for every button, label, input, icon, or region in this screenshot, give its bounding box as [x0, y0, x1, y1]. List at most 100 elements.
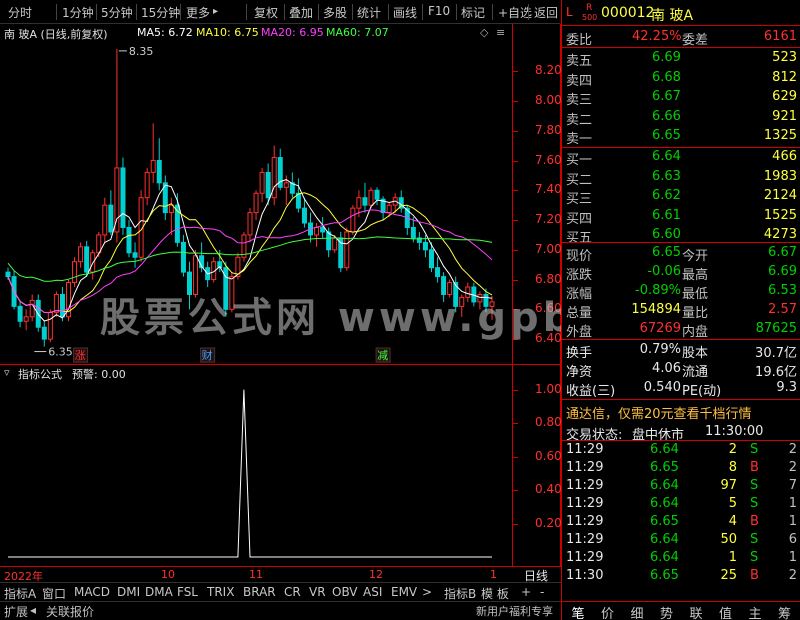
quote-tab[interactable]: 细 — [625, 603, 649, 620]
tick-side: S — [750, 496, 759, 511]
toolbar-separator — [456, 4, 457, 20]
promo-row[interactable]: 通达信，仅需20元查看千档行情 — [562, 402, 800, 422]
expand-button[interactable]: 扩展 — [4, 603, 28, 620]
back-button[interactable]: 返回 — [534, 4, 558, 21]
candle-body — [368, 189, 374, 206]
sell-level-price: 6.68 — [652, 69, 681, 85]
quote-tab[interactable]: 笔 — [566, 603, 590, 620]
buy-level-row[interactable]: 买一 6.64 466 — [562, 148, 800, 168]
mark-button[interactable]: 标记 — [461, 4, 485, 21]
axis-tick — [513, 309, 518, 311]
draw-line-button[interactable]: 画线 — [393, 4, 417, 21]
indicator-tab[interactable]: > — [422, 585, 432, 599]
candle-body — [265, 171, 271, 199]
statistics-button[interactable]: 统计 — [357, 4, 381, 21]
axis-tick — [513, 423, 518, 425]
indicator-tab[interactable]: BRAR — [243, 585, 276, 599]
buy-level-row[interactable]: 买二 6.63 1983 — [562, 168, 800, 188]
sell-level-label: 卖二 — [566, 112, 593, 128]
quote-tab[interactable]: 价 — [596, 603, 620, 620]
candle-body — [483, 293, 489, 307]
toolbar-separator — [422, 4, 423, 20]
quote-tab[interactable]: 势 — [655, 603, 679, 620]
stat-value: 6.53 — [768, 283, 797, 298]
tick-count: 1 — [788, 496, 797, 511]
tab-more[interactable]: 更多 — [186, 4, 210, 21]
f10-button[interactable]: F10 — [428, 4, 450, 18]
restore-rights-button[interactable]: 复权 — [254, 4, 278, 21]
indicator-tab[interactable]: OBV — [332, 585, 358, 599]
toolbar-separator — [284, 4, 285, 20]
tick-row: 11:30 6.65 25 B 2 — [562, 567, 800, 586]
sell-level-row[interactable]: 卖四 6.68 812 — [562, 69, 800, 89]
buy-level-price: 6.62 — [652, 188, 681, 203]
tick-count: 6 — [788, 532, 797, 547]
buy-level-row[interactable]: 买三 6.62 2124 — [562, 187, 800, 207]
tab-5min[interactable]: 5分钟 — [101, 4, 133, 21]
more-arrow-icon[interactable]: ▸ — [213, 6, 218, 17]
sell-level-row[interactable]: 卖二 6.66 921 — [562, 108, 800, 128]
date-label: 1 — [490, 568, 497, 581]
indicator-tab[interactable]: 模 板 — [481, 585, 509, 602]
overlay-button[interactable]: 叠加 — [289, 4, 313, 21]
indicator-tab[interactable]: TRIX — [207, 585, 234, 599]
tag-num: 500 — [582, 13, 598, 22]
stat-row: 涨跌 -0.06 最高 6.69 — [562, 263, 800, 283]
date-axis: 2022年 10 11 12 1 日线 — [0, 566, 561, 583]
tick-count: 1 — [788, 514, 797, 529]
indicator-tab[interactable]: + — [521, 585, 531, 599]
indicator-pane[interactable]: ▿ 指标公式 预警: 0.00 — [0, 364, 513, 566]
candle-body — [465, 286, 471, 298]
related-quote-button[interactable]: 关联报价 — [46, 603, 94, 620]
buy-level-row[interactable]: 买四 6.61 1525 — [562, 207, 800, 227]
candle-body — [320, 226, 326, 233]
indicator-tab[interactable]: 窗口 — [42, 585, 66, 602]
tag-r: R — [586, 3, 593, 13]
tick-time: 11:29 — [566, 460, 604, 475]
indicator-tab[interactable]: 指标B — [444, 585, 476, 602]
candle-body — [126, 226, 132, 254]
stat-label: 涨跌 — [566, 268, 593, 283]
tick-price: 6.65 — [650, 514, 679, 529]
candle-body — [489, 301, 495, 307]
sell-level-row[interactable]: 卖三 6.67 629 — [562, 88, 800, 108]
tab-timeshare[interactable]: 分时 — [8, 4, 32, 21]
candle-body — [78, 246, 84, 263]
indicator-tab[interactable]: ASI — [363, 585, 382, 599]
add-favorite-button[interactable]: +自选 — [498, 4, 532, 21]
quote-tab[interactable]: 主 — [743, 603, 767, 620]
arrow-left-icon[interactable]: ◂ — [30, 603, 36, 617]
event-marker: 减 — [377, 349, 388, 362]
kline-chart-pane[interactable]: 南 玻A (日线,前复权) MA5: 6.72 MA10: 6.75 MA20:… — [0, 24, 513, 364]
fund-value: 0.79% — [639, 342, 681, 357]
axis-tick — [513, 160, 518, 162]
sell-level-price: 6.66 — [652, 108, 681, 124]
indicator-tab[interactable]: 指标A — [4, 585, 36, 602]
toolbar-separator — [136, 4, 137, 20]
indicator-tab[interactable]: VR — [309, 585, 326, 599]
indicator-tab[interactable]: EMV — [391, 585, 417, 599]
tab-15min[interactable]: 15分钟 — [141, 4, 180, 21]
axis-tick — [513, 389, 518, 391]
indicator-tab[interactable]: - — [540, 585, 544, 599]
tab-1min[interactable]: 1分钟 — [62, 4, 94, 21]
sell-level-row[interactable]: 卖一 6.65 1325 — [562, 127, 800, 147]
sell-level-volume: 812 — [772, 69, 797, 85]
quote-tab[interactable]: 联 — [684, 603, 708, 620]
indicator-tab[interactable]: FSL — [177, 585, 198, 599]
indicator-tab[interactable]: DMI — [117, 585, 140, 599]
sell-level-price: 6.69 — [652, 50, 681, 65]
quote-tab[interactable]: 值 — [714, 603, 738, 620]
indicator-tab[interactable]: CR — [284, 585, 301, 599]
indicator-tab[interactable]: MACD — [74, 585, 110, 599]
indicator-tick-label: 0.40 — [535, 482, 562, 497]
indicator-tab[interactable]: DMA — [145, 585, 173, 599]
weicha-value: 6161 — [763, 29, 797, 44]
promo-link[interactable]: 新用户福利专享 — [476, 603, 553, 619]
fund-label: 换手 — [566, 346, 593, 361]
stock-code: 000012 — [601, 5, 655, 21]
quote-tab[interactable]: 筹 — [773, 603, 797, 620]
promo-text[interactable]: 通达信，仅需20元查看千档行情 — [566, 403, 752, 422]
multi-stock-button[interactable]: 多股 — [323, 4, 347, 21]
sell-level-row[interactable]: 卖五 6.69 523 — [562, 49, 800, 69]
